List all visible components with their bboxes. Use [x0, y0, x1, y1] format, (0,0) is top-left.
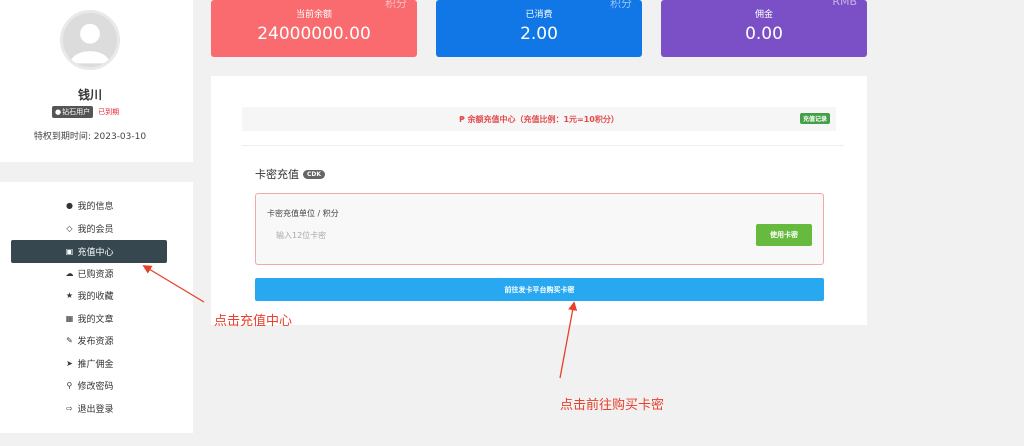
commission-label: 佣金: [754, 10, 773, 20]
sidebar-item-my-membership[interactable]: ◇ 我的会员: [11, 217, 167, 240]
sidebar-item-label: 我的会员: [77, 225, 114, 235]
sidebar-item-my-articles[interactable]: ▦ 我的文章: [11, 307, 167, 330]
paper-plane-icon: ➤: [66, 359, 73, 368]
card-code-box: 卡密充值单位 / 积分 使用卡密: [255, 193, 824, 265]
sidebar-item-label: 退出登录: [77, 405, 114, 415]
sidebar-item-favorites[interactable]: ★ 我的收藏: [11, 284, 167, 307]
balance-label: 当前余额: [295, 10, 332, 20]
sidebar-item-label: 已购资源: [77, 270, 114, 280]
sidebar-item-change-password[interactable]: ⚲ 修改密码: [11, 374, 167, 397]
section-title-text: 卡密充值: [255, 168, 299, 181]
recharge-record-button[interactable]: 充值记录: [799, 113, 830, 124]
username: 钱川: [77, 88, 102, 102]
sidebar-item-label: 我的收藏: [77, 292, 114, 302]
recharge-panel: ₱ 余额充值中心（充值比例：1元=10积分） 充值记录 卡密充值 CDK 卡密充…: [211, 76, 867, 325]
badge-row: ● 钻石用户 已到期: [52, 106, 119, 118]
divider: [242, 145, 844, 146]
commission-card: RMB 佣金 0.00: [661, 0, 867, 57]
sidebar-item-label: 我的信息: [77, 202, 114, 212]
sidebar-item-publish[interactable]: ✎ 发布资源: [11, 329, 167, 352]
unit-label: 卡密充值单位 / 积分: [267, 209, 339, 218]
sidebar-item-my-info[interactable]: ● 我的信息: [11, 194, 167, 217]
cloud-download-icon: ☁: [65, 269, 74, 278]
buy-card-button[interactable]: 前往发卡平台购买卡密: [255, 278, 824, 301]
user-icon: ●: [55, 108, 62, 116]
key-icon: ⚲: [66, 381, 73, 390]
sidebar-item-logout[interactable]: ⇨ 退出登录: [11, 397, 167, 420]
use-card-button[interactable]: 使用卡密: [756, 224, 812, 246]
sidebar-item-label: 我的文章: [77, 315, 114, 325]
default-avatar-icon: [63, 13, 117, 67]
sidebar-item-label: 充值中心: [77, 248, 114, 258]
cdk-tag: CDK: [303, 169, 326, 179]
sidebar-item-label: 发布资源: [77, 337, 114, 347]
sidebar-item-recharge-center[interactable]: ▣ 充值中心: [11, 240, 167, 263]
credit-card-icon: ▣: [65, 247, 74, 256]
sidebar-menu: ● 我的信息 ◇ 我的会员 ▣ 充值中心 ☁ 已购资源 ★ 我的收藏 ▦ 我的文…: [0, 182, 193, 433]
user-icon: ●: [65, 201, 73, 210]
balance-value: 24000000.00: [257, 24, 371, 44]
sidebar-item-label: 修改密码: [77, 382, 114, 392]
spent-card: 积分 已消费 2.00: [436, 0, 642, 57]
annotation-left: 点击充值中心: [214, 314, 293, 329]
vip-badge-label: 钻石用户: [62, 108, 91, 116]
sign-out-icon: ⇨: [66, 404, 73, 413]
expired-label: 已到期: [98, 108, 120, 116]
recharge-notice-text: 余额充值中心（充值比例：1元=10积分）: [467, 114, 619, 124]
sidebar-item-commission[interactable]: ➤ 推广佣金: [11, 352, 167, 375]
avatar[interactable]: [60, 10, 120, 70]
star-icon: ★: [65, 291, 74, 300]
balance-card: 积分 当前余额 24000000.00: [211, 0, 417, 57]
section-title: 卡密充值 CDK: [255, 166, 326, 182]
profile-panel: 钱川 ● 钻石用户 已到期 特权到期时间: 2023-03-10: [0, 0, 193, 162]
commission-value: 0.00: [745, 24, 783, 44]
card-code-input[interactable]: [267, 225, 747, 245]
sidebar-item-purchased[interactable]: ☁ 已购资源: [11, 262, 167, 285]
file-icon: ▦: [65, 314, 74, 323]
vip-badge: ● 钻石用户: [52, 106, 94, 118]
sidebar-item-label: 推广佣金: [77, 360, 114, 370]
pencil-icon: ✎: [66, 336, 73, 345]
spent-label: 已消费: [525, 10, 553, 20]
expire-date: 特权到期时间: 2023-03-10: [33, 132, 147, 142]
annotation-bottom: 点击前往购买卡密: [560, 398, 665, 413]
diamond-icon: ◇: [66, 224, 73, 233]
spent-value: 2.00: [520, 24, 558, 44]
recharge-notice: ₱ 余额充值中心（充值比例：1元=10积分） 充值记录: [242, 107, 836, 131]
